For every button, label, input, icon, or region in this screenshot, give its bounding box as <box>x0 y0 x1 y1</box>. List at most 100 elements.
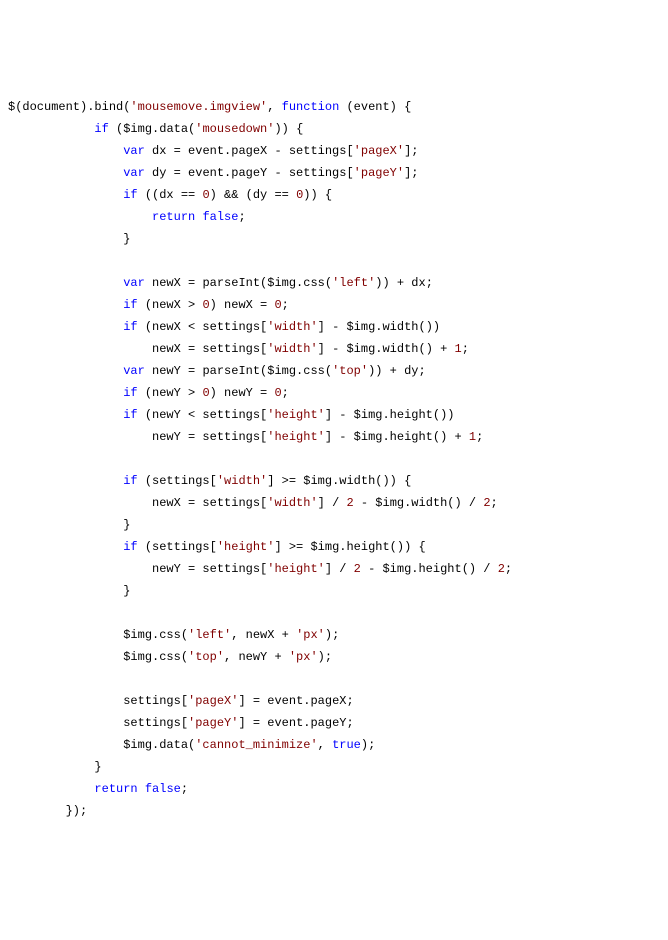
code-line <box>8 602 660 624</box>
code-token: newY = settings[ <box>8 430 267 444</box>
code-token <box>8 364 123 378</box>
code-token: (newY > <box>138 386 203 400</box>
code-token: ] >= $img.height()) { <box>274 540 425 554</box>
code-token: )) + dx; <box>375 276 433 290</box>
code-token: 'px' <box>289 650 318 664</box>
code-token: (settings[ <box>138 540 217 554</box>
code-token: (newY < settings[ <box>138 408 268 422</box>
code-token: newY = parseInt($img.css( <box>145 364 332 378</box>
code-token <box>8 298 123 312</box>
code-token <box>8 540 123 554</box>
code-token <box>8 386 123 400</box>
code-token: ); <box>318 650 332 664</box>
code-token: } <box>8 518 130 532</box>
code-token: if <box>94 122 108 136</box>
code-token: , newY + <box>224 650 289 664</box>
code-token: 'left' <box>188 628 231 642</box>
code-line: return false; <box>8 778 660 800</box>
code-token: ; <box>476 430 483 444</box>
code-token: )) { <box>303 188 332 202</box>
code-token: if <box>123 188 137 202</box>
code-token: - $img.width() / <box>354 496 484 510</box>
code-token: 2 <box>498 562 505 576</box>
code-token: ] - $img.height() + <box>325 430 469 444</box>
code-token: if <box>123 408 137 422</box>
code-token: 'top' <box>332 364 368 378</box>
code-token: }); <box>8 804 87 818</box>
code-token <box>138 782 145 796</box>
code-line: if (newX > 0) newX = 0; <box>8 294 660 316</box>
code-token <box>8 210 152 224</box>
code-token: if <box>123 320 137 334</box>
code-token: - $img.height() / <box>361 562 498 576</box>
code-token: 1 <box>469 430 476 444</box>
code-token <box>8 782 94 796</box>
code-line: newX = settings['width'] / 2 - $img.widt… <box>8 492 660 514</box>
code-token: return <box>94 782 137 796</box>
code-token: ] >= $img.width()) { <box>267 474 411 488</box>
code-token: if <box>123 298 137 312</box>
code-token: ]; <box>404 166 418 180</box>
code-token: } <box>8 232 130 246</box>
code-token: ; <box>238 210 245 224</box>
code-token: 'mousedown' <box>195 122 274 136</box>
code-token: 'top' <box>188 650 224 664</box>
code-line: } <box>8 228 660 250</box>
code-token: ((dx == <box>138 188 203 202</box>
code-token: 'height' <box>267 430 325 444</box>
code-token: 'height' <box>267 408 325 422</box>
code-token: 'width' <box>267 342 317 356</box>
code-token: ); <box>325 628 339 642</box>
code-line: if ((dx == 0) && (dy == 0)) { <box>8 184 660 206</box>
code-line: } <box>8 580 660 602</box>
code-token: ($img.data( <box>109 122 195 136</box>
code-line: var dy = event.pageY - settings['pageY']… <box>8 162 660 184</box>
code-token: if <box>123 540 137 554</box>
code-token: 'pageY' <box>188 716 238 730</box>
code-line: if (newY > 0) newY = 0; <box>8 382 660 404</box>
code-token: newX = settings[ <box>8 342 267 356</box>
code-line: newY = settings['height'] / 2 - $img.hei… <box>8 558 660 580</box>
code-token: $(document).bind( <box>8 100 130 114</box>
code-token: (settings[ <box>138 474 217 488</box>
code-token: true <box>332 738 361 752</box>
code-token: 'left' <box>332 276 375 290</box>
code-token: 2 <box>483 496 490 510</box>
code-token: ; <box>282 298 289 312</box>
code-token: } <box>8 760 102 774</box>
code-token: (newX > <box>138 298 203 312</box>
code-line: settings['pageY'] = event.pageY; <box>8 712 660 734</box>
code-token: if <box>123 474 137 488</box>
code-token: ; <box>505 562 512 576</box>
code-token: false <box>145 782 181 796</box>
code-token: 'height' <box>267 562 325 576</box>
code-token: (event) { <box>339 100 411 114</box>
code-token: )) { <box>274 122 303 136</box>
code-token <box>8 188 123 202</box>
code-line: if (newY < settings['height'] - $img.hei… <box>8 404 660 426</box>
code-line: if ($img.data('mousedown')) { <box>8 118 660 140</box>
code-token: if <box>123 386 137 400</box>
code-token: $img.css( <box>8 650 188 664</box>
code-token: } <box>8 584 130 598</box>
code-token: 'mousemove.imgview' <box>130 100 267 114</box>
code-token: settings[ <box>8 716 188 730</box>
code-token: var <box>123 276 145 290</box>
code-token: $img.data( <box>8 738 195 752</box>
code-token: var <box>123 144 145 158</box>
code-token <box>8 408 123 422</box>
code-token: dx = event.pageX - settings[ <box>145 144 354 158</box>
code-line: settings['pageX'] = event.pageX; <box>8 690 660 712</box>
code-line <box>8 250 660 272</box>
code-token: , <box>267 100 281 114</box>
code-token <box>8 144 123 158</box>
code-token: ) newY = <box>210 386 275 400</box>
code-token: return <box>152 210 195 224</box>
code-token: newX = parseInt($img.css( <box>145 276 332 290</box>
code-token: 'width' <box>267 320 317 334</box>
code-token: ] - $img.width() + <box>318 342 455 356</box>
code-token: ; <box>462 342 469 356</box>
code-line: $img.css('top', newY + 'px'); <box>8 646 660 668</box>
code-token: 2 <box>346 496 353 510</box>
code-line: if (settings['height'] >= $img.height())… <box>8 536 660 558</box>
